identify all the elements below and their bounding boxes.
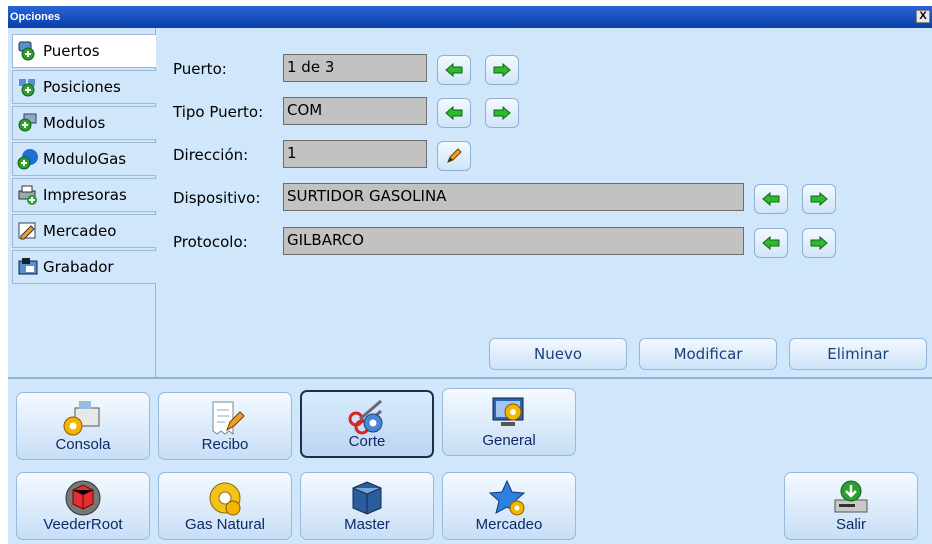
button-label: VeederRoot — [43, 516, 123, 533]
tab-label: Puertos — [43, 42, 100, 60]
cash-register-gear-icon — [63, 401, 100, 436]
protocolo-next-button[interactable] — [802, 228, 836, 258]
arrow-left-icon — [762, 192, 780, 206]
protocolo-prev-button[interactable] — [754, 228, 788, 258]
ports-panel: Puerto: 1 de 3 Tipo Puerto: COM Direcció… — [156, 28, 932, 377]
recorder-icon — [17, 256, 39, 278]
section-divider — [8, 377, 932, 379]
dispositivo-label: Dispositivo: — [173, 189, 261, 207]
dispositivo-next-button[interactable] — [802, 184, 836, 214]
tab-label: Mercadeo — [43, 222, 117, 240]
printer-icon — [17, 184, 39, 206]
tab-mercadeo[interactable]: Mercadeo — [12, 214, 156, 248]
close-button[interactable]: X — [916, 10, 930, 23]
button-label: Mercadeo — [475, 516, 543, 533]
tab-label: Impresoras — [43, 186, 127, 204]
puerto-label: Puerto: — [173, 60, 227, 78]
tab-label: Posiciones — [43, 78, 121, 96]
puerto-prev-button[interactable] — [437, 55, 471, 85]
button-label: Consola — [55, 436, 111, 453]
mercadeo-button[interactable]: Mercadeo — [442, 472, 576, 540]
tab-label: ModuloGas — [43, 150, 127, 168]
modificar-button[interactable]: Modificar — [639, 338, 777, 370]
positions-icon — [17, 76, 39, 98]
gas-gear-icon — [209, 482, 241, 516]
puerto-field[interactable]: 1 de 3 — [283, 54, 427, 82]
tab-puertos[interactable]: Puertos — [12, 34, 156, 68]
tipo-puerto-field[interactable]: COM — [283, 97, 427, 125]
salir-button[interactable]: Salir — [784, 472, 918, 540]
star-gear-icon — [488, 479, 526, 516]
server-icon — [352, 481, 382, 515]
arrow-right-icon — [810, 192, 828, 206]
dispositivo-field[interactable]: SURTIDOR GASOLINA — [283, 183, 744, 211]
tab-grabador[interactable]: Grabador — [12, 250, 156, 284]
general-button[interactable]: General — [442, 388, 576, 456]
button-label: Corte — [348, 433, 386, 450]
gas-module-icon — [17, 148, 39, 170]
exit-download-icon — [834, 480, 868, 513]
button-label: General — [482, 432, 536, 449]
button-label: Salir — [835, 516, 866, 533]
tipo-puerto-label: Tipo Puerto: — [173, 103, 264, 121]
monitor-gear-icon — [492, 397, 524, 426]
consola-button[interactable]: Consola — [16, 392, 150, 460]
direccion-label: Dirección: — [173, 146, 249, 164]
tipo-prev-button[interactable] — [437, 98, 471, 128]
receipt-pencil-icon — [212, 401, 245, 435]
eliminar-button[interactable]: Eliminar — [789, 338, 927, 370]
tab-strip: Puertos Posiciones Modulos ModuloGas Imp… — [8, 28, 156, 377]
corte-button[interactable]: Corte — [300, 390, 434, 458]
tab-label: Modulos — [43, 114, 106, 132]
options-window: Puertos Posiciones Modulos ModuloGas Imp… — [8, 28, 932, 544]
tab-modulogas[interactable]: ModuloGas — [12, 142, 156, 176]
gas-natural-button[interactable]: Gas Natural — [158, 472, 292, 540]
ports-icon — [17, 40, 39, 62]
marketing-icon — [17, 220, 39, 242]
button-label: Recibo — [201, 436, 249, 453]
cube-gear-icon — [65, 480, 101, 516]
tab-impresoras[interactable]: Impresoras — [12, 178, 156, 212]
arrow-left-icon — [445, 106, 463, 120]
scissors-gear-icon — [348, 399, 383, 435]
button-label: Master — [344, 516, 390, 533]
dispositivo-prev-button[interactable] — [754, 184, 788, 214]
veederroot-button[interactable]: VeederRoot — [16, 472, 150, 540]
button-label: Gas Natural — [184, 516, 266, 533]
edit-direccion-button[interactable] — [437, 141, 471, 171]
arrow-right-icon — [810, 236, 828, 250]
tipo-next-button[interactable] — [485, 98, 519, 128]
protocolo-field[interactable]: GILBARCO — [283, 227, 744, 255]
direccion-field[interactable]: 1 — [283, 140, 427, 168]
protocolo-label: Protocolo: — [173, 233, 248, 251]
arrow-right-icon — [493, 63, 511, 77]
tab-label: Grabador — [43, 258, 114, 276]
title-bar: Opciones X — [8, 6, 932, 28]
nuevo-button[interactable]: Nuevo — [489, 338, 627, 370]
pencil-icon — [447, 148, 462, 163]
modules-icon — [17, 112, 39, 134]
master-button[interactable]: Master — [300, 472, 434, 540]
arrow-left-icon — [762, 236, 780, 250]
window-title: Opciones — [10, 11, 61, 23]
tab-posiciones[interactable]: Posiciones — [12, 70, 156, 104]
puerto-next-button[interactable] — [485, 55, 519, 85]
tab-modulos[interactable]: Modulos — [12, 106, 156, 140]
arrow-left-icon — [445, 63, 463, 77]
recibo-button[interactable]: Recibo — [158, 392, 292, 460]
arrow-right-icon — [493, 106, 511, 120]
